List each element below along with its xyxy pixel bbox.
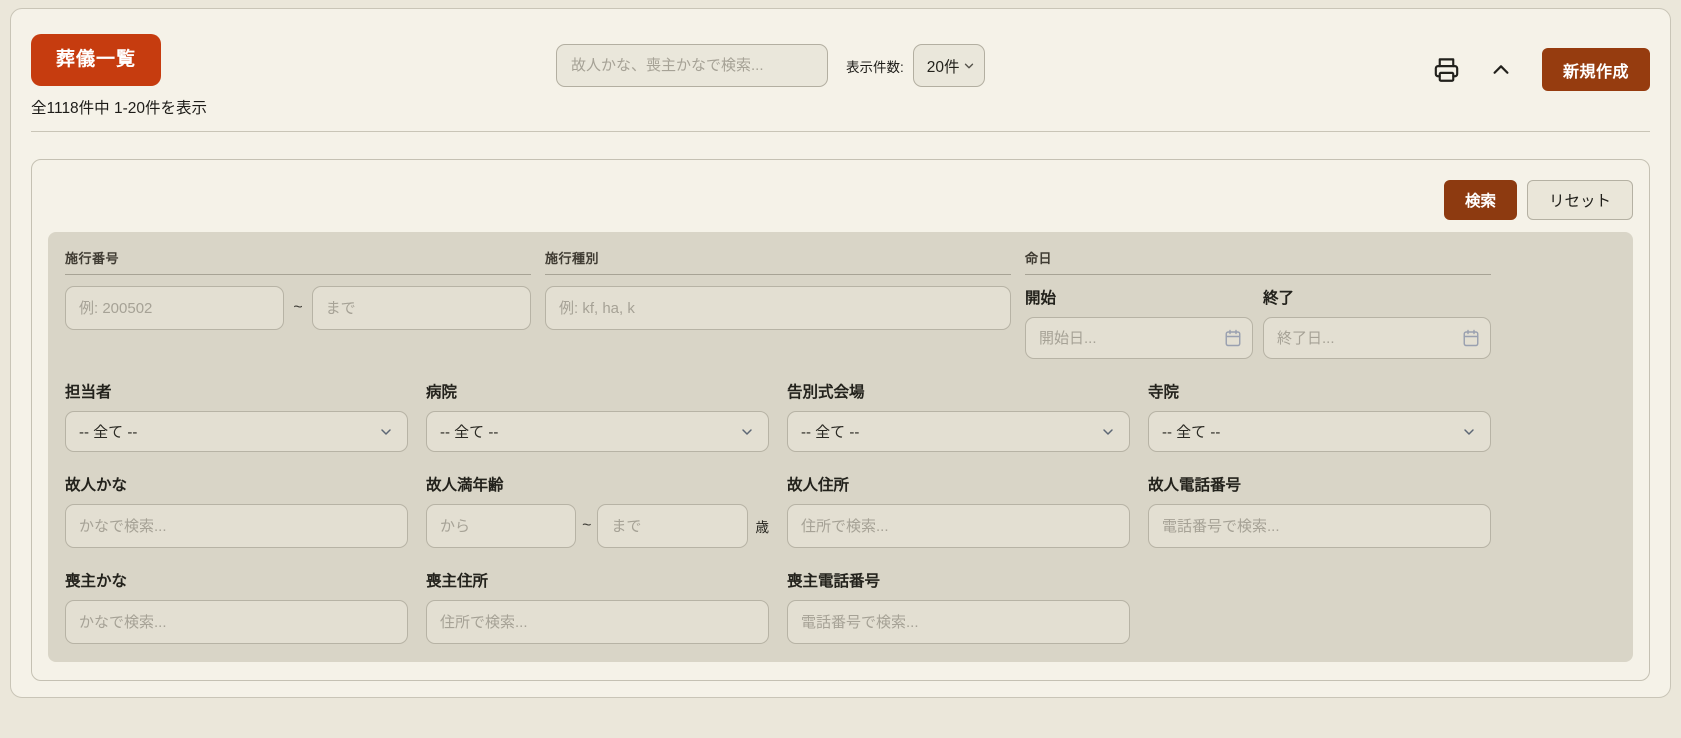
filter-row-1: 施行番号 ~ 施行種別 命日 (65, 248, 1491, 359)
chevron-down-icon (742, 428, 752, 435)
hospital-select[interactable]: -- 全て -- (426, 411, 769, 452)
print-icon[interactable] (1433, 56, 1460, 83)
deceased-address-field: 故人住所 (787, 473, 1130, 548)
farewell-venue-label: 告別式会場 (787, 384, 865, 401)
execution-type-input[interactable] (545, 286, 1011, 330)
per-page-value: 20件 (926, 58, 960, 76)
deceased-age-field: 故人満年齢 ~ 歳 (426, 473, 769, 548)
chevron-down-icon (381, 428, 391, 435)
mourner-phone-input[interactable] (787, 600, 1130, 644)
deceased-age-label: 故人満年齢 (426, 477, 504, 494)
range-tilde: ~ (582, 517, 592, 534)
deceased-age-from-input[interactable] (426, 504, 577, 548)
execution-number-legend: 施行番号 (65, 248, 531, 275)
per-page-label: 表示件数: (846, 59, 904, 75)
death-date-end-label: 終了 (1263, 290, 1295, 307)
deceased-age-to-input[interactable] (597, 504, 748, 548)
deceased-phone-field: 故人電話番号 (1148, 473, 1491, 548)
deceased-phone-label: 故人電話番号 (1148, 477, 1242, 494)
execution-number-from-input[interactable] (65, 286, 285, 330)
mourner-kana-input[interactable] (65, 600, 408, 644)
collapse-chevron-up-icon[interactable] (1490, 59, 1512, 81)
calendar-icon (1225, 329, 1241, 347)
filter-panel: 検索 リセット 施行番号 ~ 施行種別 (31, 159, 1650, 681)
death-date-start-input[interactable] (1025, 317, 1253, 359)
temple-select[interactable]: -- 全て -- (1148, 411, 1491, 452)
farewell-venue-select-value: -- 全て -- (801, 424, 860, 441)
kana-search-input[interactable] (556, 44, 828, 87)
execution-type-group: 施行種別 (545, 248, 1011, 330)
mourner-address-label: 喪主住所 (426, 573, 489, 590)
temple-select-value: -- 全て -- (1162, 424, 1221, 441)
death-date-legend: 命日 (1025, 248, 1491, 275)
mourner-address-input[interactable] (426, 600, 769, 644)
mourner-phone-field: 喪主電話番号 (787, 569, 1130, 644)
temple-field: 寺院 -- 全て -- (1148, 380, 1491, 452)
execution-type-legend: 施行種別 (545, 248, 1011, 275)
staff-field: 担当者 -- 全て -- (65, 380, 408, 452)
header: 葬儀一覧 全1118件中 1-20件を表示 表示件数: 20件 (31, 34, 1650, 118)
mourner-phone-label: 喪主電話番号 (787, 573, 881, 590)
hospital-select-value: -- 全て -- (440, 424, 499, 441)
death-date-group: 命日 開始 終了 (1025, 248, 1491, 359)
deceased-kana-field: 故人かな (65, 473, 408, 548)
farewell-venue-select[interactable]: -- 全て -- (787, 411, 1130, 452)
filter-actions: 検索 リセット (48, 180, 1633, 220)
death-date-end-input[interactable] (1263, 317, 1491, 359)
hospital-field: 病院 -- 全て -- (426, 380, 769, 452)
filter-fieldset: 施行番号 ~ 施行種別 命日 (48, 232, 1633, 662)
staff-select-value: -- 全て -- (79, 424, 138, 441)
create-new-button[interactable]: 新規作成 (1541, 48, 1650, 91)
header-divider (31, 131, 1650, 132)
staff-select[interactable]: -- 全て -- (65, 411, 408, 452)
chevron-down-icon (1103, 428, 1113, 435)
farewell-venue-field: 告別式会場 -- 全て -- (787, 380, 1130, 452)
filter-row-selects: 担当者 -- 全て -- 病院 -- 全て -- 告別式会場 -- 全て -- … (65, 380, 1491, 452)
execution-number-to-input[interactable] (311, 286, 531, 330)
page-title-badge: 葬儀一覧 (31, 34, 162, 86)
range-tilde: ~ (293, 299, 303, 316)
filter-row-deceased: 故人かな 故人満年齢 ~ 歳 故人住所 (65, 473, 1491, 548)
deceased-kana-label: 故人かな (65, 477, 128, 494)
deceased-kana-input[interactable] (65, 504, 408, 548)
funeral-list-card: 葬儀一覧 全1118件中 1-20件を表示 表示件数: 20件 (10, 8, 1671, 698)
deceased-phone-input[interactable] (1148, 504, 1491, 548)
mourner-kana-field: 喪主かな (65, 569, 408, 644)
death-date-end-field: 終了 (1263, 286, 1491, 359)
result-summary: 全1118件中 1-20件を表示 (31, 100, 208, 117)
search-button[interactable]: 検索 (1443, 180, 1517, 220)
per-page-select[interactable]: 20件 (912, 44, 985, 87)
mourner-address-field: 喪主住所 (426, 569, 769, 644)
hospital-label: 病院 (426, 384, 458, 401)
per-page-control: 表示件数: 20件 (846, 44, 985, 87)
chevron-down-icon (962, 59, 976, 73)
header-search-area: 表示件数: 20件 (556, 44, 985, 87)
temple-label: 寺院 (1148, 384, 1180, 401)
death-date-start-field: 開始 (1025, 286, 1253, 359)
calendar-icon (1463, 329, 1479, 347)
age-unit-suffix: 歳 (755, 520, 770, 535)
deceased-address-label: 故人住所 (787, 477, 850, 494)
execution-number-group: 施行番号 ~ (65, 248, 531, 330)
chevron-down-icon (1464, 428, 1474, 435)
filter-row-mourner: 喪主かな 喪主住所 喪主電話番号 (65, 569, 1491, 644)
reset-button[interactable]: リセット (1526, 180, 1633, 220)
mourner-kana-label: 喪主かな (65, 573, 128, 590)
death-date-start-label: 開始 (1025, 290, 1057, 307)
staff-label: 担当者 (65, 384, 112, 401)
header-actions: 新規作成 (1433, 48, 1650, 91)
deceased-address-input[interactable] (787, 504, 1130, 548)
header-left: 葬儀一覧 全1118件中 1-20件を表示 (31, 34, 556, 118)
